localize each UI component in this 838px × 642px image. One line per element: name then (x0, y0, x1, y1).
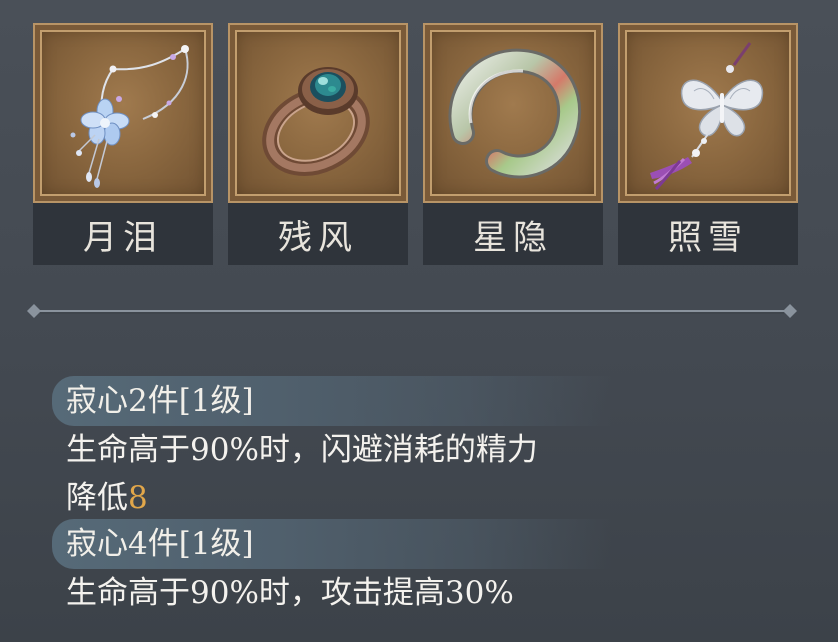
set-bonus-title: 寂心4件[1级] (66, 526, 254, 562)
section-divider (27, 304, 797, 318)
item-slot-pendant[interactable]: 照雪 (618, 23, 798, 265)
set-bonus-title: 寂心2件[1级] (66, 383, 254, 419)
set-bonus-description: 生命高于90%时，闪避消耗的精力 降低8 (66, 426, 666, 522)
set-bonus-desc-line: 降低 (66, 480, 128, 516)
divider-diamond-icon (783, 304, 797, 318)
set-bonus-value: 8 (128, 480, 148, 516)
item-name-bar: 照雪 (618, 203, 798, 265)
set-bonus-description: 生命高于90%时，攻击提高30% (66, 569, 666, 617)
set-bonus-desc-line: 生命高于90%时，攻击提高30% (66, 575, 514, 611)
item-name-bar: 月泪 (33, 203, 213, 265)
item-name-bar: 残风 (228, 203, 408, 265)
butterfly-pendant-icon (650, 42, 764, 191)
ring-icon (262, 67, 370, 176)
item-name: 照雪 (668, 217, 748, 258)
necklace-icon (70, 45, 189, 188)
item-name: 星隐 (473, 217, 553, 258)
item-slot-ring[interactable]: 残风 (228, 23, 408, 265)
item-slot-bracelet[interactable]: 星隐 (423, 23, 603, 265)
item-name: 残风 (278, 217, 358, 258)
item-name: 月泪 (83, 217, 163, 258)
item-slot-necklace[interactable]: 月泪 (33, 23, 213, 265)
set-bonus-desc-line: 生命高于90%时，闪避消耗的精力 (66, 432, 538, 468)
bracelet-icon (448, 48, 582, 179)
item-name-bar: 星隐 (423, 203, 603, 265)
divider-diamond-icon (27, 304, 41, 318)
